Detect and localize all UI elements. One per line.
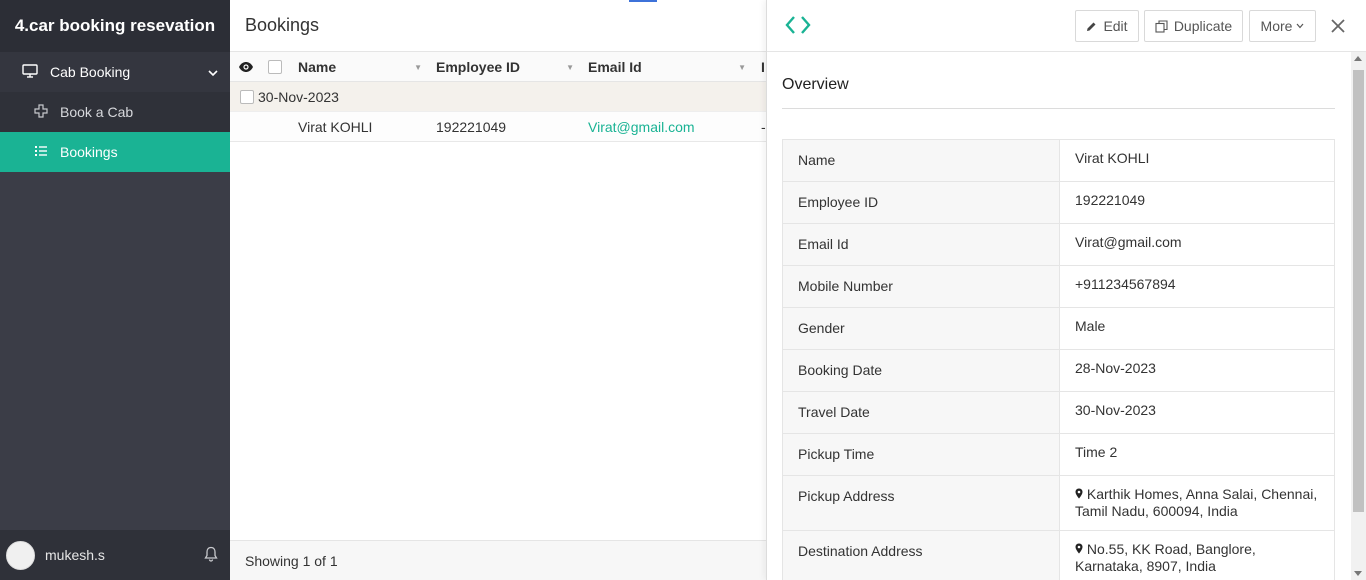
field-value: 28-Nov-2023 — [1075, 360, 1156, 376]
scroll-down-icon[interactable] — [1354, 571, 1362, 576]
field-value: Male — [1075, 318, 1106, 334]
table-row[interactable]: Virat KOHLI 192221049 Virat@gmail.com - — [230, 112, 766, 142]
sort-caret-icon[interactable]: ▼ — [414, 63, 422, 72]
cell-name: Virat KOHLI — [298, 119, 373, 135]
page-title: Bookings — [230, 0, 766, 52]
column-header-truncated[interactable]: I — [761, 52, 765, 82]
monitor-icon — [22, 63, 38, 81]
field-value: +911234567894 — [1075, 276, 1176, 292]
column-header-email-id[interactable]: Email Id ▼ — [588, 52, 746, 82]
field-label: Name — [783, 140, 1060, 181]
detail-row-employee-id: Employee ID 192221049 — [782, 182, 1335, 224]
more-button[interactable]: More — [1249, 10, 1316, 42]
user-name[interactable]: mukesh.s — [45, 547, 204, 563]
field-label: Booking Date — [783, 350, 1060, 391]
user-bar: mukesh.s — [0, 530, 230, 580]
record-detail-panel: Edit Duplicate More Overview Name Virat … — [766, 0, 1366, 580]
chevron-down-icon[interactable] — [208, 64, 218, 80]
field-label: Destination Address — [783, 531, 1060, 580]
sidebar: 4.car booking resevation Cab Booking Boo… — [0, 0, 230, 580]
detail-row-name: Name Virat KOHLI — [782, 140, 1335, 182]
detail-row-pickup-address: Pickup Address Karthik Homes, Anna Salai… — [782, 476, 1335, 531]
pencil-icon — [1086, 21, 1097, 32]
sidebar-section-cab-booking[interactable]: Cab Booking — [0, 52, 230, 92]
sidebar-item-book-a-cab[interactable]: Book a Cab — [0, 92, 230, 132]
eye-icon[interactable] — [238, 52, 254, 82]
edit-button[interactable]: Edit — [1075, 10, 1139, 42]
detail-row-destination-address: Destination Address No.55, KK Road, Bang… — [782, 531, 1335, 580]
loading-indicator — [629, 0, 657, 2]
field-value: 192221049 — [1075, 192, 1146, 208]
detail-row-booking-date: Booking Date 28-Nov-2023 — [782, 350, 1335, 392]
scroll-thumb[interactable] — [1353, 70, 1364, 512]
field-label: Pickup Address — [783, 476, 1060, 530]
email-link[interactable]: Virat@gmail.com — [1060, 224, 1334, 265]
group-row[interactable]: 30-Nov-2023 — [230, 82, 766, 112]
field-label: Employee ID — [783, 182, 1060, 223]
address-text: No.55, KK Road, Banglore, Karnataka, 890… — [1075, 541, 1256, 574]
field-label: Mobile Number — [783, 266, 1060, 307]
cell-employee-id: 192221049 — [436, 119, 507, 135]
scroll-up-icon[interactable] — [1354, 56, 1362, 61]
panel-toolbar: Edit Duplicate More — [767, 0, 1366, 52]
cell-email[interactable]: Virat@gmail.com — [588, 112, 695, 142]
detail-row-mobile-number: Mobile Number +911234567894 — [782, 266, 1335, 308]
chevron-down-icon — [1296, 23, 1304, 29]
plus-icon — [34, 103, 48, 121]
copy-icon — [1155, 19, 1168, 33]
map-pin-icon — [1075, 541, 1087, 557]
panel-body: Overview Name Virat KOHLI Employee ID 19… — [767, 52, 1352, 580]
field-label: Email Id — [783, 224, 1060, 265]
list-footer: Showing 1 of 1 — [230, 540, 766, 580]
sidebar-item-bookings[interactable]: Bookings — [0, 132, 230, 172]
group-checkbox[interactable] — [240, 90, 254, 107]
group-label: 30-Nov-2023 — [258, 88, 339, 105]
field-label: Travel Date — [783, 392, 1060, 433]
bookings-list: Bookings Name ▼ Employee ID ▼ Email Id ▼… — [230, 0, 766, 580]
sidebar-section-label: Cab Booking — [50, 64, 131, 80]
close-icon[interactable] — [1327, 15, 1349, 37]
divider — [782, 108, 1335, 109]
navigate-prev-next-icon[interactable] — [785, 14, 811, 39]
sort-caret-icon[interactable]: ▼ — [738, 63, 746, 72]
detail-row-email-id: Email Id Virat@gmail.com — [782, 224, 1335, 266]
column-header-name[interactable]: Name ▼ — [298, 52, 422, 82]
avatar[interactable] — [6, 540, 35, 570]
detail-row-gender: Gender Male — [782, 308, 1335, 350]
column-header-employee-id[interactable]: Employee ID ▼ — [436, 52, 574, 82]
cell-truncated: - — [761, 119, 766, 135]
select-all-checkbox[interactable] — [268, 52, 282, 82]
sidebar-item-label: Book a Cab — [60, 104, 134, 120]
field-value: 30-Nov-2023 — [1075, 402, 1156, 418]
detail-row-pickup-time: Pickup Time Time 2 — [782, 434, 1335, 476]
sidebar-item-label: Bookings — [60, 144, 118, 160]
field-value-address: Karthik Homes, Anna Salai, Chennai, Tami… — [1060, 476, 1334, 530]
grid-header: Name ▼ Employee ID ▼ Email Id ▼ I — [230, 52, 766, 82]
panel-scrollbar[interactable] — [1351, 52, 1366, 580]
map-pin-icon — [1075, 486, 1087, 502]
field-label: Pickup Time — [783, 434, 1060, 475]
bell-icon[interactable] — [204, 546, 218, 565]
field-label: Gender — [783, 308, 1060, 349]
section-title: Overview — [782, 76, 849, 93]
address-text: Karthik Homes, Anna Salai, Chennai, Tami… — [1075, 486, 1318, 519]
app-title: 4.car booking resevation — [0, 0, 230, 52]
sort-caret-icon[interactable]: ▼ — [566, 63, 574, 72]
list-icon — [34, 144, 48, 161]
detail-table: Name Virat KOHLI Employee ID 192221049 E… — [782, 139, 1335, 580]
field-value: Virat KOHLI — [1075, 150, 1150, 166]
field-value: Time 2 — [1075, 444, 1118, 460]
duplicate-button[interactable]: Duplicate — [1144, 10, 1243, 42]
field-value-address: No.55, KK Road, Banglore, Karnataka, 890… — [1060, 531, 1334, 580]
detail-row-travel-date: Travel Date 30-Nov-2023 — [782, 392, 1335, 434]
